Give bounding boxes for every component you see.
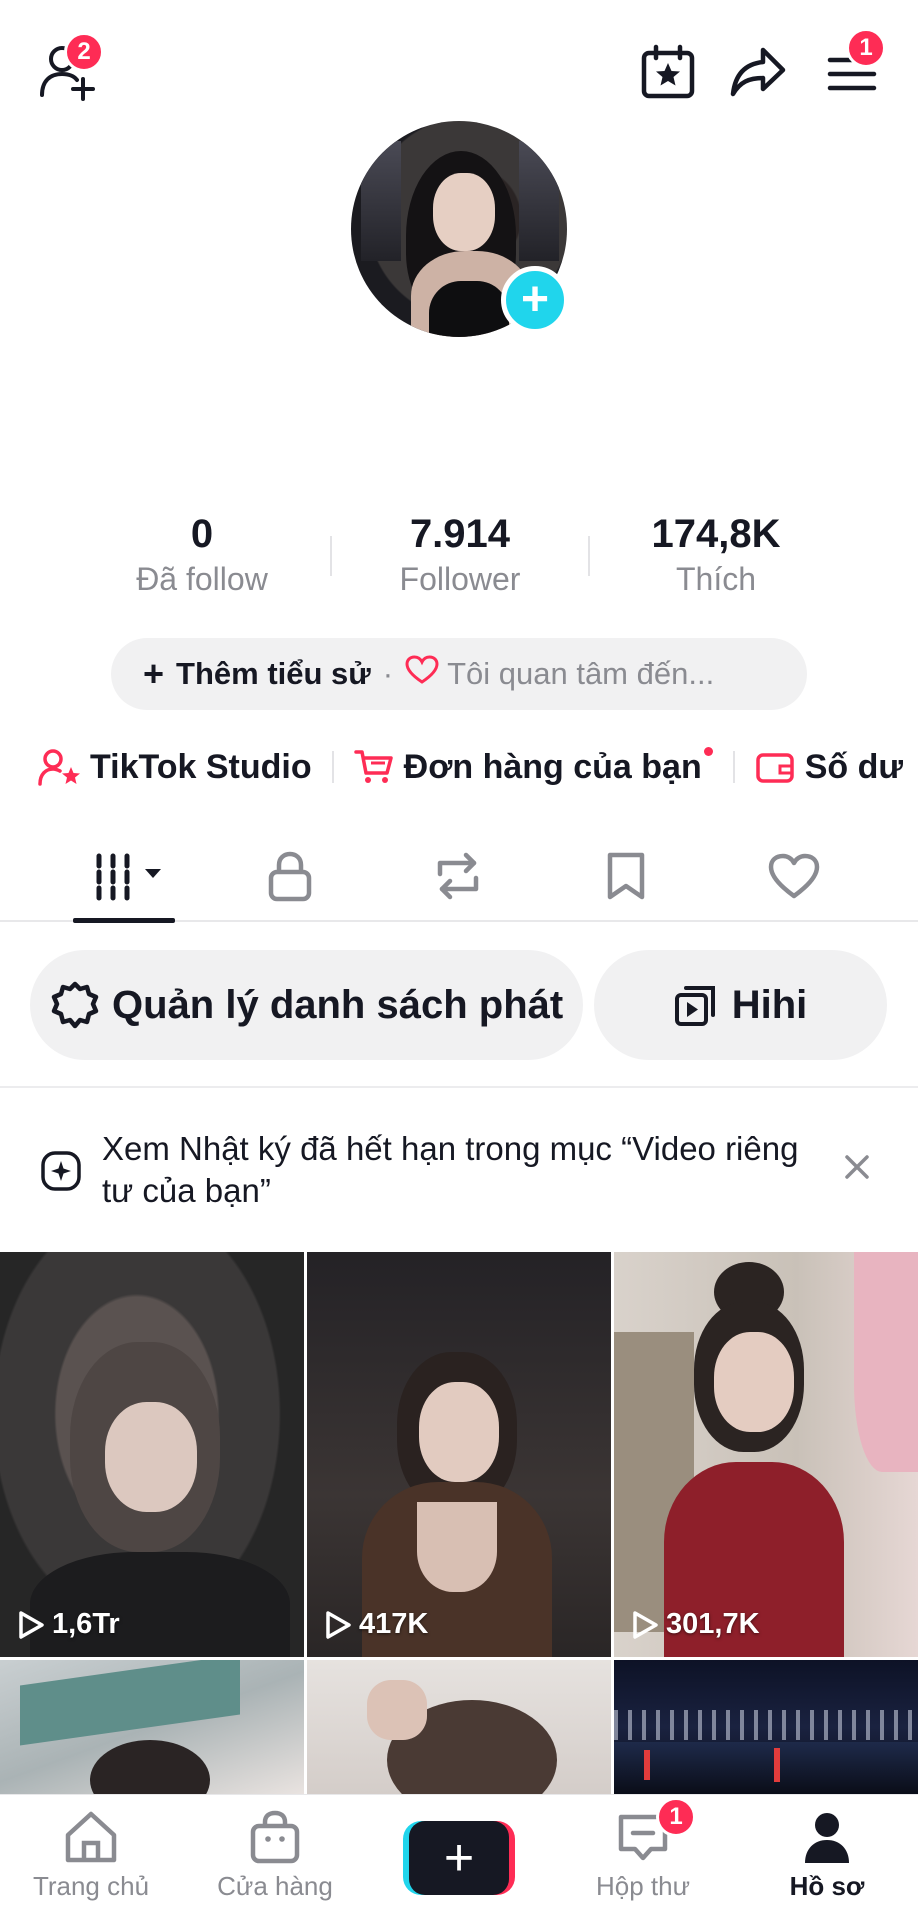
playlist-hihi-button[interactable]: Hihi bbox=[594, 950, 887, 1060]
tab-saved[interactable] bbox=[596, 846, 656, 906]
active-tab-indicator bbox=[73, 918, 175, 923]
grid-icon bbox=[96, 853, 161, 901]
nav-shop[interactable]: Cửa hàng bbox=[190, 1809, 360, 1902]
add-bio-label: Thêm tiểu sử bbox=[176, 656, 371, 691]
following-count: 0 bbox=[190, 512, 214, 556]
video-thumbnail[interactable]: 1,6Tr bbox=[0, 1252, 304, 1657]
expired-diary-notice[interactable]: Xem Nhật ký đã hết hạn trong mục “Video … bbox=[0, 1090, 918, 1252]
heart-icon bbox=[768, 853, 820, 899]
tab-reposts[interactable] bbox=[428, 846, 488, 906]
video-thumbnail[interactable]: 301,7K bbox=[614, 1252, 918, 1657]
divider bbox=[0, 1086, 918, 1088]
links-divider bbox=[732, 751, 735, 783]
stat-divider bbox=[588, 536, 590, 576]
manage-playlist-button[interactable]: Quản lý danh sách phát bbox=[30, 950, 583, 1060]
sparkle-icon bbox=[41, 1151, 81, 1191]
following-label: Đã follow bbox=[136, 561, 268, 597]
play-icon bbox=[633, 1610, 658, 1639]
home-icon bbox=[65, 1811, 117, 1863]
links-row: TikTok Studio Đơn hàng của bạn Số dư bbox=[38, 742, 903, 792]
bottom-nav: Trang chủ Cửa hàng + Hộp thư 1 Hồ sơ bbox=[0, 1794, 918, 1920]
profile-tabs bbox=[0, 828, 918, 923]
view-count: 301,7K bbox=[630, 1608, 760, 1641]
balance-link[interactable]: Số dư bbox=[755, 748, 903, 787]
notice-text: Xem Nhật ký đã hết hạn trong mục “Video … bbox=[102, 1130, 799, 1209]
stat-likes[interactable]: 174,8K Thích bbox=[606, 512, 826, 598]
view-count-value: 1,6Tr bbox=[52, 1608, 120, 1640]
add-friend-button[interactable]: 2 bbox=[30, 32, 106, 104]
video-thumbnail[interactable] bbox=[307, 1660, 611, 1794]
calendar-star-icon bbox=[641, 44, 695, 99]
nav-inbox-label: Hộp thư bbox=[595, 1871, 690, 1901]
nav-shop-label: Cửa hàng bbox=[217, 1871, 333, 1901]
menu-badge: 1 bbox=[846, 28, 886, 68]
menu-button[interactable]: 1 bbox=[822, 28, 886, 104]
gear-icon bbox=[51, 981, 99, 1029]
orders-label: Đơn hàng của bạn bbox=[403, 747, 702, 786]
stat-divider bbox=[330, 536, 332, 576]
shopping-bag-icon bbox=[250, 1810, 300, 1864]
nav-home-label: Trang chủ bbox=[32, 1871, 150, 1901]
wallet-icon bbox=[755, 753, 794, 783]
bio-pill[interactable]: + Thêm tiểu sử · Tôi quan tâm đến... bbox=[111, 638, 807, 710]
links-divider bbox=[331, 751, 334, 783]
lock-icon bbox=[268, 851, 312, 902]
share-icon bbox=[730, 47, 786, 97]
create-button[interactable]: + bbox=[403, 1821, 515, 1895]
profile-icon bbox=[805, 1813, 849, 1863]
stat-followers[interactable]: 7.914 Follower bbox=[350, 512, 570, 598]
studio-label: TikTok Studio bbox=[90, 747, 312, 786]
bookmark-icon bbox=[607, 852, 645, 900]
stat-following[interactable]: 0 Đã follow bbox=[92, 512, 312, 598]
play-icon bbox=[19, 1610, 44, 1639]
balance-label: Số dư bbox=[804, 747, 904, 786]
inbox-badge: 1 bbox=[656, 1797, 696, 1837]
nav-profile-label: Hồ sơ bbox=[789, 1871, 865, 1901]
plus-icon: + bbox=[143, 653, 165, 694]
creator-star-icon bbox=[38, 749, 80, 786]
play-icon bbox=[326, 1610, 351, 1639]
view-count: 1,6Tr bbox=[16, 1608, 120, 1641]
view-count: 417K bbox=[323, 1608, 428, 1641]
likes-label: Thích bbox=[675, 561, 757, 597]
video-thumbnail[interactable] bbox=[614, 1660, 918, 1794]
tab-liked[interactable] bbox=[764, 846, 824, 906]
likes-count: 174,8K bbox=[651, 512, 781, 556]
view-count-value: 417K bbox=[359, 1608, 429, 1640]
nav-inbox[interactable]: Hộp thư 1 bbox=[558, 1797, 728, 1902]
nav-profile[interactable]: Hồ sơ bbox=[742, 1809, 912, 1902]
plus-icon: + bbox=[520, 273, 550, 326]
share-button[interactable] bbox=[726, 40, 790, 104]
playlist-name: Hihi bbox=[731, 982, 808, 1027]
bio-separator: · bbox=[382, 656, 394, 691]
close-icon[interactable] bbox=[842, 1152, 872, 1182]
repost-icon bbox=[437, 852, 479, 900]
cart-icon bbox=[353, 750, 393, 783]
calendar-button[interactable] bbox=[636, 40, 700, 104]
playlist-icon bbox=[674, 986, 715, 1026]
video-thumbnail[interactable]: 417K bbox=[307, 1252, 611, 1657]
tiktok-studio-link[interactable]: TikTok Studio bbox=[38, 747, 312, 787]
create-plus-icon: + bbox=[409, 1821, 509, 1895]
orders-dot bbox=[703, 746, 713, 756]
video-thumbnail[interactable] bbox=[0, 1660, 304, 1794]
view-count-value: 301,7K bbox=[666, 1608, 760, 1640]
tab-private[interactable] bbox=[260, 846, 320, 906]
notification-badge: 2 bbox=[64, 32, 104, 72]
tab-videos[interactable] bbox=[92, 846, 172, 906]
manage-playlist-label: Quản lý danh sách phát bbox=[112, 982, 564, 1027]
add-avatar-button[interactable]: + bbox=[501, 266, 569, 334]
heart-icon bbox=[405, 655, 439, 693]
follower-label: Follower bbox=[399, 561, 521, 597]
orders-link[interactable]: Đơn hàng của bạn bbox=[353, 746, 713, 787]
follower-count: 7.914 bbox=[409, 512, 511, 556]
interest-label: Tôi quan tâm đến... bbox=[447, 656, 715, 691]
nav-home[interactable]: Trang chủ bbox=[6, 1809, 176, 1902]
